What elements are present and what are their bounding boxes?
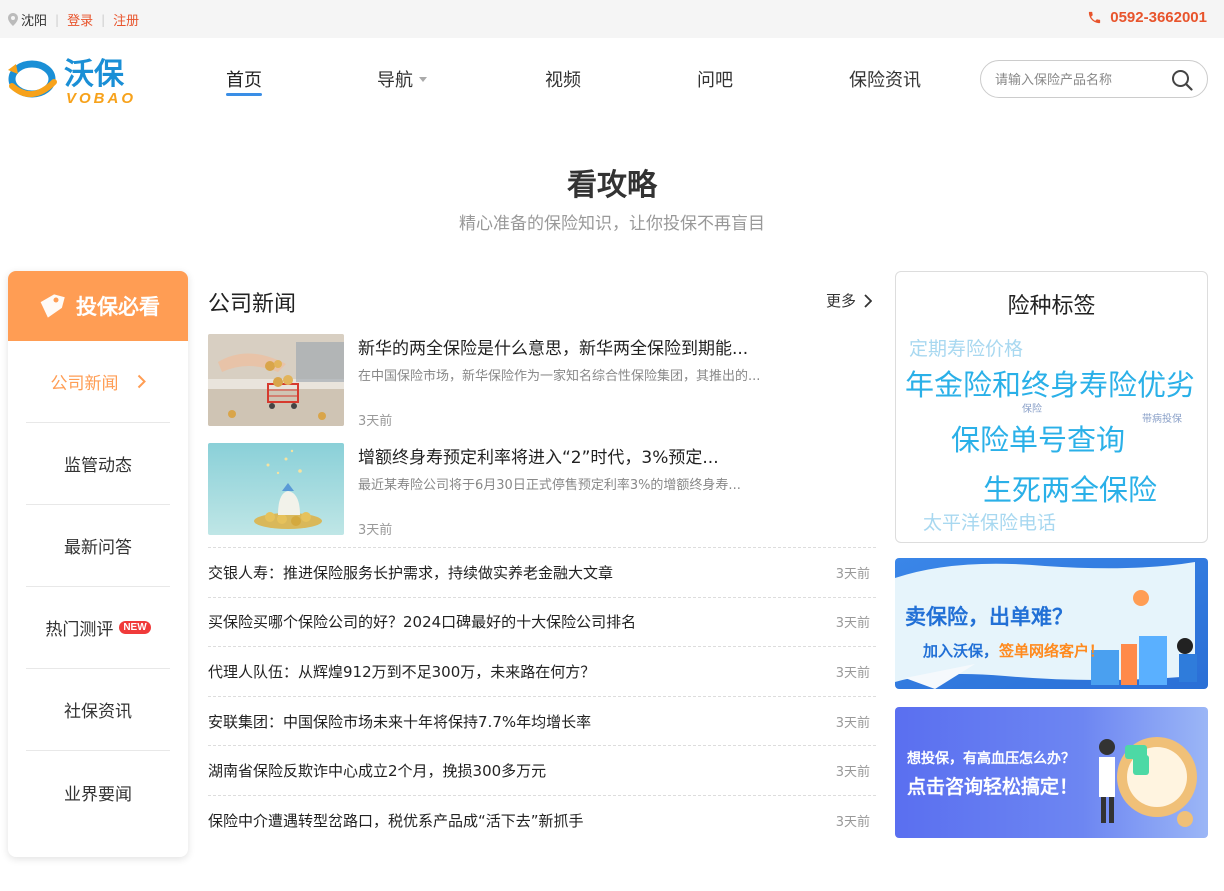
tag-icon (40, 294, 65, 318)
list-item-time: 3天前 (835, 765, 870, 781)
nav-insurance-news[interactable]: 保险资讯 (849, 66, 921, 96)
more-link[interactable]: 更多 (826, 290, 873, 311)
news-list: 交银人寿：推进保险服务长护需求，持续做实养老金融大文章 3天前 买保险买哪个保险公… (208, 547, 876, 846)
article-time: 3天前 (358, 414, 393, 429)
section-subtitle: 精心准备的保险知识，让你投保不再盲目 (459, 214, 765, 234)
sidebar-item-latest-qa[interactable]: 最新问答 (26, 505, 170, 587)
logo[interactable]: 沃保 VOBAO (8, 52, 170, 108)
sidebar-item-label: 热门测评 (45, 620, 114, 640)
more-label: 更多 (826, 292, 857, 310)
logo-text-cn: 沃保 (64, 57, 125, 92)
sidebar-item-industry-news[interactable]: 业界要闻 (26, 751, 170, 833)
banner-headline: 卖保险，出单难？ (905, 605, 1073, 629)
chevron-right-icon (864, 293, 873, 308)
list-item-title[interactable]: 交银人寿：推进保险服务长护需求，持续做实养老金融大文章 (208, 562, 613, 583)
login-link[interactable]: 登录 (67, 10, 93, 29)
list-item[interactable]: 安联集团：中国保险市场未来十年将保持7.7%年均增长率 3天前 (208, 697, 876, 747)
list-item-title[interactable]: 买保险买哪个保险公司的好？2024口碑最好的十大保险公司排名 (208, 611, 636, 632)
nav-qa[interactable]: 问吧 (697, 66, 733, 96)
vobao-logo: 沃保 VOBAO (8, 57, 136, 107)
featured-article[interactable]: 增额终身寿预定利率将进入“2”时代，3%预定... 最近某寿险公司将于6月30日… (208, 443, 878, 538)
featured-article[interactable]: 新华的两全保险是什么意思，新华两全保险到期能... 在中国保险市场，新华保险作为… (208, 334, 878, 429)
promo-banner-agents[interactable]: 卖保险，出单难？ 加入沃保， 签单网络客户！ (895, 558, 1208, 689)
hotline: 0592-3662001 (1087, 9, 1207, 26)
list-item-title[interactable]: 代理人队伍：从辉煌912万到不足300万，未来路在何方？ (208, 661, 595, 682)
new-badge: NEW (119, 621, 151, 634)
sidebar-item-regulation[interactable]: 监管动态 (26, 423, 170, 505)
search-icon[interactable] (1171, 69, 1193, 91)
banner-subline: 加入沃保， (922, 642, 998, 660)
phone-icon (1089, 11, 1101, 24)
list-item[interactable]: 代理人队伍：从辉煌912万到不足300万，未来路在何方？ 3天前 (208, 647, 876, 697)
banner-subline: 点击咨询轻松搞定！ (907, 775, 1078, 798)
tag-link[interactable]: 保险 (1022, 400, 1042, 415)
divider: | (101, 12, 106, 27)
article-thumbnail[interactable] (208, 334, 344, 426)
sidebar-item-reviews[interactable]: 热门测评 NEW (26, 587, 170, 669)
nav-video[interactable]: 视频 (545, 66, 581, 96)
city-label[interactable]: 沈阳 (21, 10, 47, 29)
nav-navigation[interactable]: 导航 (377, 66, 427, 96)
chevron-right-icon (137, 374, 146, 389)
list-item[interactable]: 交银人寿：推进保险服务长护需求，持续做实养老金融大文章 3天前 (208, 548, 876, 598)
sidebar-item-label: 最新问答 (64, 538, 132, 558)
search-box (980, 60, 1208, 98)
sidebar-item-label: 公司新闻 (50, 374, 119, 394)
phone-number: 0592-3662001 (1110, 9, 1207, 26)
list-item-title[interactable]: 湖南省保险反欺诈中心成立2个月，挽损300多万元 (208, 760, 546, 781)
location-bar: 沈阳 | 登录 | 注册 (8, 10, 139, 29)
list-item[interactable]: 买保险买哪个保险公司的好？2024口碑最好的十大保险公司排名 3天前 (208, 598, 876, 648)
tag-link[interactable]: 带病投保 (1142, 410, 1182, 425)
list-item[interactable]: 湖南省保险反欺诈中心成立2个月，挽损300多万元 3天前 (208, 746, 876, 796)
tag-link[interactable]: 太平洋保险电话 (923, 508, 1056, 535)
nav-label: 问吧 (697, 70, 733, 91)
register-link[interactable]: 注册 (113, 10, 139, 29)
insurance-tags-panel: 险种标签 定期寿险价格 年金险和终身寿险优劣 保险 带病投保 保险单号查询 生死… (895, 271, 1208, 543)
news-section-title: 公司新闻 (208, 292, 297, 317)
top-bar: 沈阳 | 登录 | 注册 0592-3662001 (0, 0, 1224, 38)
promo-banner-consult[interactable]: 想投保，有高血压怎么办？ 点击咨询轻松搞定！ (895, 707, 1208, 838)
article-time: 3天前 (358, 523, 393, 538)
sidebar-item-company-news[interactable]: 公司新闻 (26, 341, 170, 423)
nav-label: 首页 (226, 70, 262, 91)
list-item-title[interactable]: 安联集团：中国保险市场未来十年将保持7.7%年均增长率 (208, 711, 591, 732)
banner-subline-highlight: 签单网络客户！ (998, 642, 1104, 660)
article-title[interactable]: 新华的两全保险是什么意思，新华两全保险到期能... (358, 334, 878, 359)
list-item-title[interactable]: 保险中介遭遇转型岔路口，税优系产品成“活下去”新抓手 (208, 810, 584, 831)
list-item[interactable]: 保险中介遭遇转型岔路口，税优系产品成“活下去”新抓手 3天前 (208, 796, 876, 846)
divider: | (55, 12, 60, 27)
tags-title: 险种标签 (1007, 294, 1096, 319)
nav-label: 保险资讯 (849, 70, 921, 91)
nav-label: 视频 (545, 70, 581, 91)
chevron-down-icon (419, 76, 427, 82)
tag-link[interactable]: 定期寿险价格 (909, 334, 1023, 361)
list-item-time: 3天前 (835, 815, 870, 831)
nav-home[interactable]: 首页 (226, 66, 262, 96)
search-input[interactable] (995, 70, 1165, 90)
list-item-time: 3天前 (835, 616, 870, 632)
article-title[interactable]: 增额终身寿预定利率将进入“2”时代，3%预定... (358, 443, 878, 468)
tag-link[interactable]: 生死两全保险 (983, 467, 1157, 509)
banner-headline: 想投保，有高血压怎么办？ (906, 750, 1075, 767)
location-pin-icon (8, 13, 18, 26)
sidebar-item-label: 社保资讯 (64, 702, 132, 722)
article-summary: 在中国保险市场，新华保险作为一家知名综合性保险集团，其推出的... (358, 369, 761, 384)
article-thumbnail[interactable] (208, 443, 344, 535)
sidebar-item-label: 业界要闻 (64, 784, 132, 805)
section-title: 看攻略 (567, 168, 657, 203)
sidebar-item-label: 监管动态 (64, 456, 132, 476)
sidebar-header-label: 投保必看 (76, 295, 160, 319)
list-item-time: 3天前 (835, 715, 870, 731)
sidebar-item-social-security[interactable]: 社保资讯 (26, 669, 170, 751)
logo-text-en: VOBAO (66, 90, 136, 107)
category-sidebar: 投保必看 公司新闻 监管动态 最新问答 热门测评 NEW 社保资讯 业界要闻 (8, 271, 188, 857)
tag-link[interactable]: 保险单号查询 (951, 417, 1125, 459)
nav-label: 导航 (377, 70, 413, 91)
sidebar-header: 投保必看 (8, 271, 188, 341)
article-summary: 最近某寿险公司将于6月30日正式停售预定利率3%的增额终身寿... (358, 478, 741, 493)
tag-link[interactable]: 年金险和终身寿险优劣 (905, 362, 1195, 404)
list-item-time: 3天前 (835, 566, 870, 582)
list-item-time: 3天前 (835, 665, 870, 681)
